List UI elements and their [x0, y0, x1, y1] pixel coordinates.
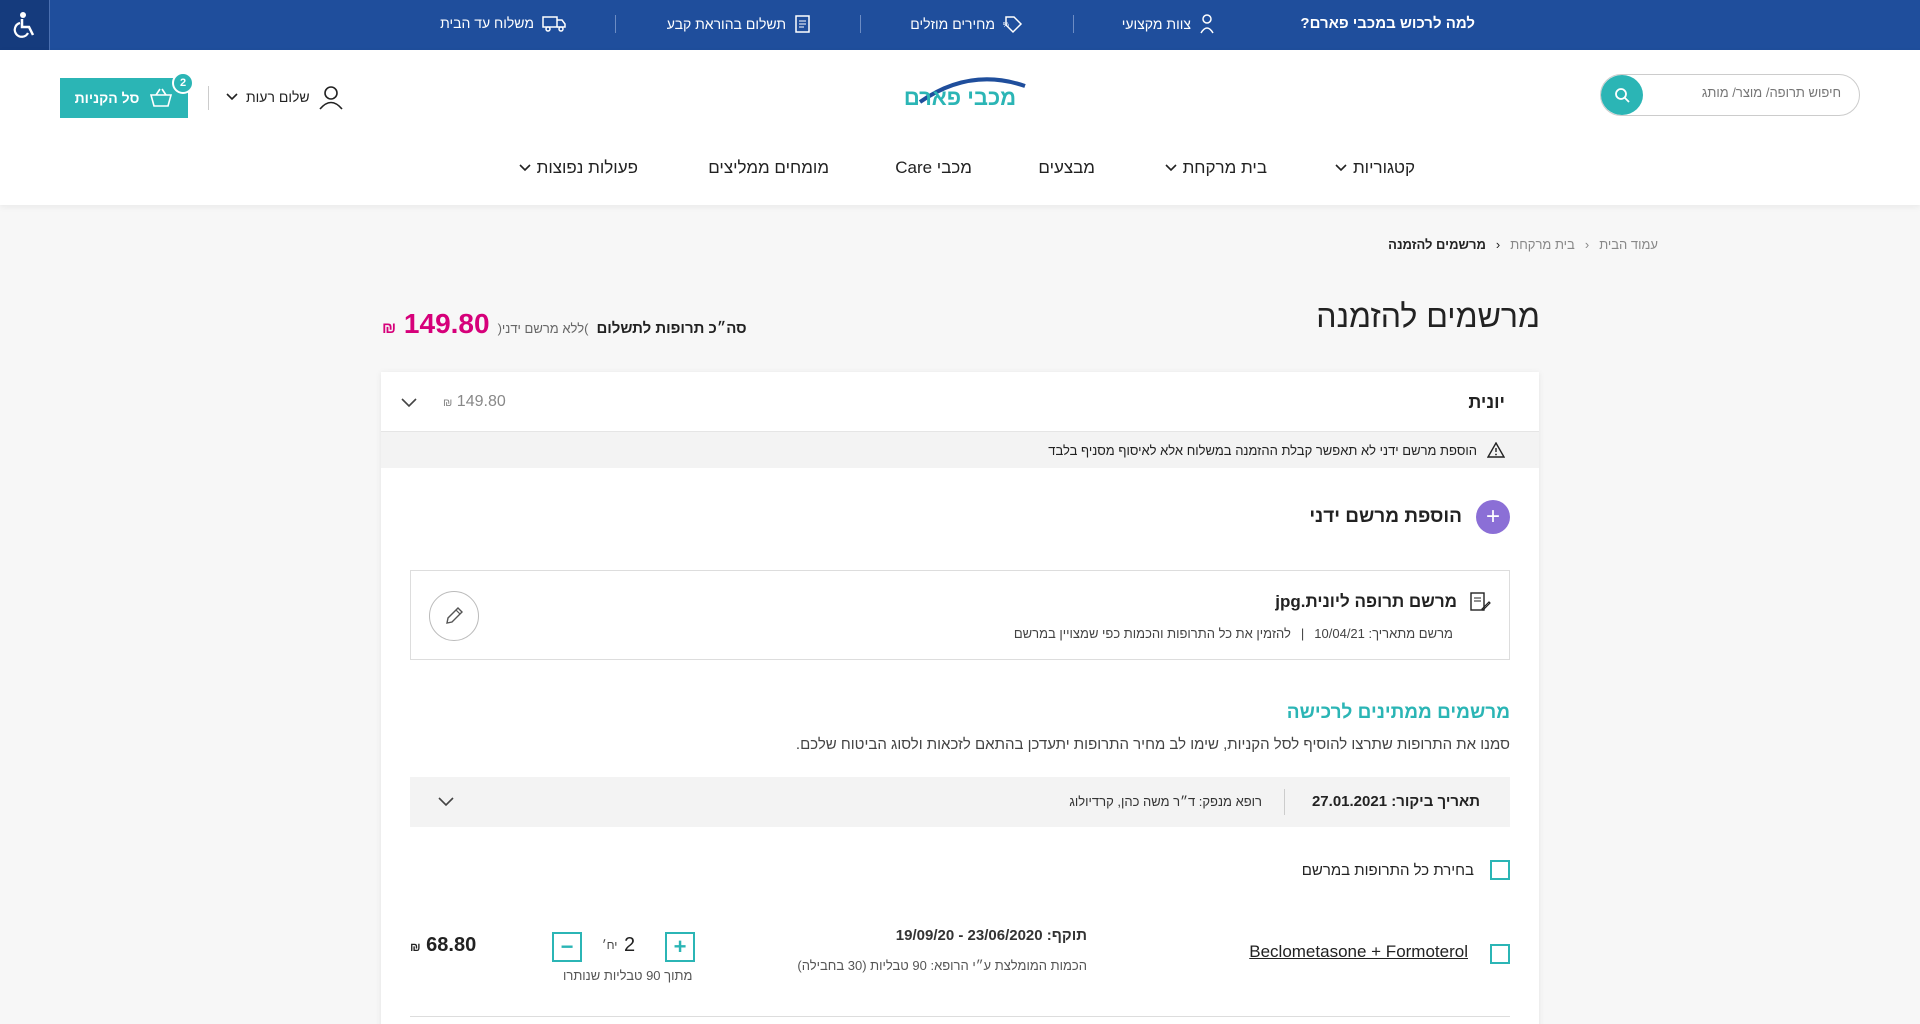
breadcrumb: עמוד הבית ‹ בית מרקחת ‹ מרשמים להזמנה	[1388, 237, 1658, 252]
chevron-down-icon	[519, 164, 531, 172]
nav-categories[interactable]: קטגוריות	[1335, 158, 1415, 178]
total-summary: סה״כ תרופות לתשלום )ללא מרשם ידני( 149.8…	[382, 308, 747, 340]
qty-value[interactable]: 2	[624, 934, 635, 957]
search-input[interactable]	[1671, 85, 1841, 100]
drug-recommended: הכמות המומלצת ע״י הרופא: 90 טבליות (30 ב…	[797, 958, 1087, 973]
drug-checkbox[interactable]	[1490, 944, 1510, 964]
user-menu[interactable]: שלום רעות	[226, 84, 344, 110]
discount-tag-icon: %	[1003, 16, 1023, 34]
patient-card: יונית ₪ 149.80 הוספת מרשם ידני לא תאפשר …	[381, 372, 1539, 1024]
qty-decrease-button[interactable]: −	[552, 932, 582, 962]
plus-icon: +	[673, 934, 687, 959]
search-box[interactable]	[1600, 74, 1860, 116]
warning-icon	[1487, 442, 1505, 458]
delivery-warning: הוספת מרשם ידני לא תאפשר קבלת ההזמנה במש…	[381, 432, 1539, 468]
chevron-left-icon: ‹	[1584, 237, 1590, 252]
edit-rx-button[interactable]	[429, 591, 479, 641]
chevron-down-icon[interactable]	[401, 398, 417, 408]
delivery-truck-icon	[542, 16, 566, 32]
total-note: )ללא מרשם ידני(	[497, 321, 589, 336]
patient-header[interactable]: יונית ₪ 149.80	[381, 372, 1539, 432]
patient-subtotal: ₪ 149.80	[443, 393, 506, 410]
drug-validity: תוקף: 23/06/2020 - 19/09/20	[895, 927, 1087, 944]
patient-name: יונית	[1468, 392, 1505, 412]
nav-promotions[interactable]: מבצעים	[1038, 158, 1095, 178]
document-edit-icon	[1470, 592, 1491, 611]
qty-increase-button[interactable]: +	[665, 932, 695, 962]
wheelchair-icon	[13, 12, 34, 38]
minus-icon: −	[560, 934, 574, 959]
manual-rx-item: מרשם תרופה ליונית.jpg מרשם מתאריך: 10/04…	[410, 570, 1510, 660]
feature-home-delivery: משלוח עד הבית	[440, 14, 566, 32]
qty-remaining: מתוך 90 טבליות שנותרו	[563, 968, 693, 983]
feature-standing-order: תשלום בהוראת קבע	[667, 14, 812, 34]
breadcrumb-current: מרשמים להזמנה	[1388, 237, 1486, 252]
visit-date: תאריך ביקור: 27.01.2021	[1311, 793, 1480, 810]
doctor-name: רופא מנפק: ד״ר משה כהן, קרדיולוג	[1069, 794, 1262, 809]
nav-pharmacy[interactable]: בית מרקחת	[1164, 158, 1267, 178]
user-icon	[318, 86, 343, 110]
chevron-left-icon: ‹	[1495, 237, 1501, 252]
drug-price: ₪ 68.80	[410, 934, 477, 956]
cart-label: סל הקניות	[74, 90, 140, 106]
plus-icon: +	[1476, 500, 1510, 534]
select-all-row[interactable]: בחירת כל התרופות במרשם	[1302, 860, 1510, 880]
chevron-down-icon	[226, 93, 238, 101]
why-buy-title: למה לרכוש במכבי פארם?	[1300, 15, 1475, 32]
rx-filename: מרשם תרופה ליונית.jpg	[1275, 592, 1457, 611]
rx-note: להזמין את כל התרופות והכמות כפי שמצויין …	[1013, 626, 1291, 641]
svg-text:%: %	[1003, 22, 1009, 29]
breadcrumb-home[interactable]: עמוד הבית	[1599, 237, 1658, 252]
feature-professional-team: צוות מקצועי	[1122, 14, 1215, 34]
cart-button[interactable]: סל הקניות 2	[60, 72, 194, 118]
pencil-icon	[446, 607, 463, 624]
nav-experts-recommend[interactable]: מומחים ממליצים	[708, 158, 829, 178]
feature-discount-prices: % מחירים מוזלים	[910, 14, 1023, 34]
drug-row: Beclometasone + Formoterol תוקף: 23/06/2…	[410, 920, 1510, 990]
nav-maccabi-care[interactable]: מכבי Care	[895, 158, 972, 178]
select-all-checkbox[interactable]	[1490, 860, 1510, 880]
accessibility-button[interactable]	[0, 0, 50, 50]
nav-common-actions[interactable]: פעולות נפוצות	[519, 158, 638, 178]
logo-text: מכבי פארם	[904, 85, 1016, 110]
add-manual-rx-button[interactable]: + הוספת מרשם ידני	[1309, 500, 1510, 534]
total-price: 149.80 ₪	[382, 308, 490, 339]
pending-title: מרשמים ממתינים לרכישה	[1286, 702, 1510, 723]
shopping-basket-icon	[150, 88, 173, 107]
breadcrumb-pharmacy[interactable]: בית מרקחת	[1510, 237, 1575, 252]
total-label: סה״כ תרופות לתשלום	[596, 320, 747, 337]
drug-name-link[interactable]: Beclometasone + Formoterol	[1249, 942, 1468, 962]
select-all-label: בחירת כל התרופות במרשם	[1301, 861, 1474, 879]
user-greeting: שלום רעות	[246, 89, 310, 105]
pending-description: סמנו את התרופות שתרצו להוסיף לסל הקניות,…	[795, 736, 1510, 753]
invoice-icon	[795, 15, 810, 33]
top-info-bar: למה לרכוש במכבי פארם? צוות מקצועי % מחיר…	[0, 0, 1920, 50]
chevron-down-icon	[1164, 164, 1177, 172]
pharmacist-icon	[1200, 14, 1214, 34]
site-header: מכבי פארם סל הקניות 2 שלום רעות קטגוריות…	[0, 50, 1920, 205]
rx-date: מרשם מתאריך: 10/04/21	[1314, 626, 1453, 641]
search-button[interactable]	[1601, 75, 1643, 115]
visit-header[interactable]: תאריך ביקור: 27.01.2021 רופא מנפק: ד״ר מ…	[410, 777, 1510, 827]
page-title: מרשמים להזמנה	[1316, 298, 1540, 334]
chevron-down-icon	[1335, 164, 1347, 172]
maccabi-pharm-logo[interactable]: מכבי פארם	[890, 72, 1030, 112]
qty-unit: יח׳	[602, 938, 618, 952]
search-icon	[1615, 88, 1630, 103]
chevron-down-icon[interactable]	[438, 797, 454, 807]
cart-count-badge: 2	[172, 72, 194, 94]
